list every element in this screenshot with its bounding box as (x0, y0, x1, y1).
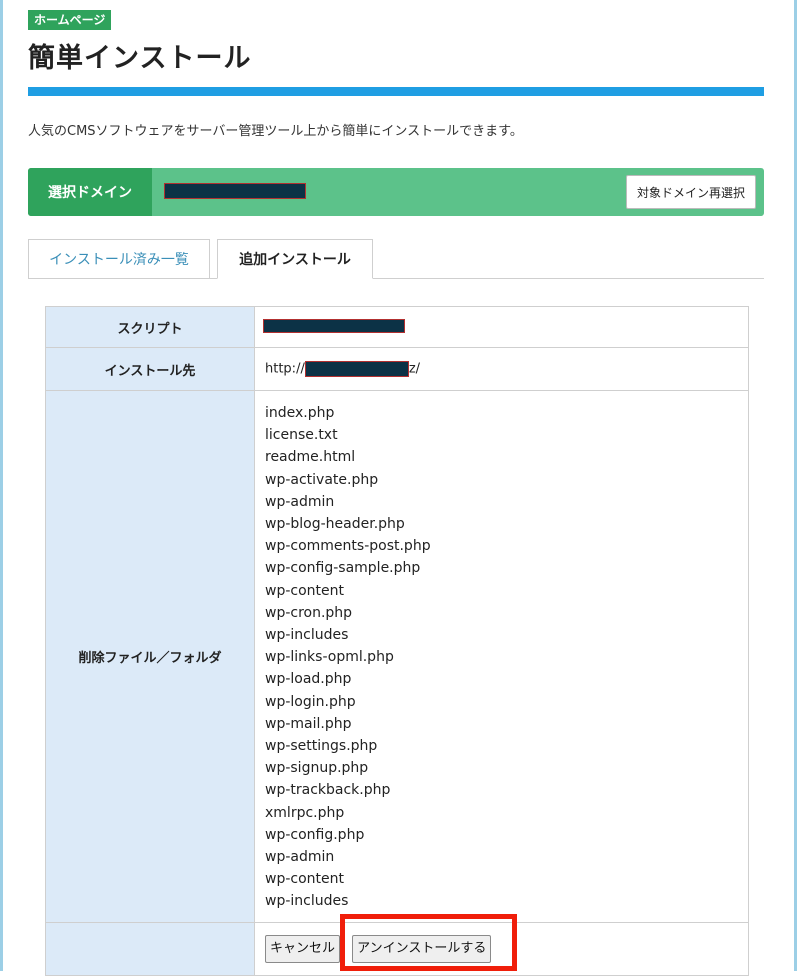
file-list-item: wp-config.php (265, 826, 365, 843)
cancel-button[interactable]: キャンセル (265, 934, 341, 963)
file-list-item: index.php (265, 405, 335, 421)
table-row: インストール先 http:// z/ (45, 347, 749, 391)
table-row: 削除ファイル／フォルダ index.php license.txt readme.h… (45, 390, 749, 923)
file-list-item: wp-signup.php (265, 760, 369, 777)
table-row: キャンセル アンインストールする (45, 921, 749, 976)
redacted-domain (164, 183, 306, 199)
file-list-item: wp-includes (265, 893, 349, 910)
install-info-table: スクリプト インストール先 http:// z/ 削除ファイル／フォルダ inde… (45, 306, 749, 976)
title-divider (28, 87, 764, 96)
delete-files-label: 削除ファイル／フォルダ (45, 390, 255, 923)
file-list-item: wp-load.php (265, 671, 352, 688)
tab-bar: インストール済み一覧 追加インストール (28, 239, 764, 279)
domain-label: 選択ドメイン (28, 168, 152, 216)
file-list-item: wp-blog-header.php (265, 516, 405, 533)
file-list-item: wp-admin (265, 849, 335, 866)
script-label: スクリプト (45, 306, 255, 348)
file-list-item: wp-settings.php (265, 738, 378, 755)
destination-prefix: http:// (265, 361, 305, 377)
page-header: ホームページ 簡単インストール (28, 9, 251, 75)
file-list-item: wp-config-sample.php (265, 560, 421, 577)
file-list-item: wp-mail.php (265, 715, 352, 732)
redacted-destination (304, 361, 409, 377)
destination-suffix: z/ (408, 361, 421, 377)
file-list-item: wp-trackback.php (265, 782, 391, 799)
redacted-script (263, 319, 405, 333)
file-list-item: wp-activate.php (265, 471, 379, 488)
file-list-item: wp-content (265, 871, 344, 888)
delete-files-value: index.php license.txt readme.html wp-activa… (254, 390, 749, 923)
page-description: 人気のCMSソフトウェアをサーバー管理ツール上から簡単にインストールできます。 (28, 124, 523, 139)
file-list-item: wp-cron.php (265, 604, 353, 621)
tab-add-install[interactable]: 追加インストール (217, 239, 373, 279)
destination-value: http:// z/ (254, 347, 749, 391)
page-title: 簡単インストール (28, 43, 252, 74)
file-list-item: wp-login.php (265, 693, 356, 710)
section-badge: ホームページ (28, 10, 112, 30)
file-list-item: xmlrpc.php (265, 804, 345, 821)
file-list-item: license.txt (265, 427, 338, 444)
file-list-item: wp-includes (265, 627, 349, 644)
file-list-item: readme.html (265, 449, 356, 466)
file-list: index.php license.txt readme.html wp-activa… (265, 392, 747, 921)
uninstall-button[interactable]: アンインストールする (352, 934, 492, 963)
table-row: スクリプト (45, 306, 749, 348)
domain-bar: 選択ドメイン 対象ドメイン再選択 (28, 168, 764, 216)
script-value (254, 306, 749, 348)
reselect-domain-button[interactable]: 対象ドメイン再選択 (625, 175, 756, 209)
destination-label: インストール先 (45, 347, 255, 391)
file-list-item: wp-comments-post.php (265, 538, 431, 555)
file-list-item: wp-content (265, 582, 344, 599)
actions-label-cell (45, 921, 255, 976)
file-list-item: wp-admin (265, 493, 335, 510)
file-list-item: wp-links-opml.php (265, 649, 394, 666)
actions-cell: キャンセル アンインストールする (254, 921, 749, 976)
tab-installed-list[interactable]: インストール済み一覧 (28, 239, 210, 279)
